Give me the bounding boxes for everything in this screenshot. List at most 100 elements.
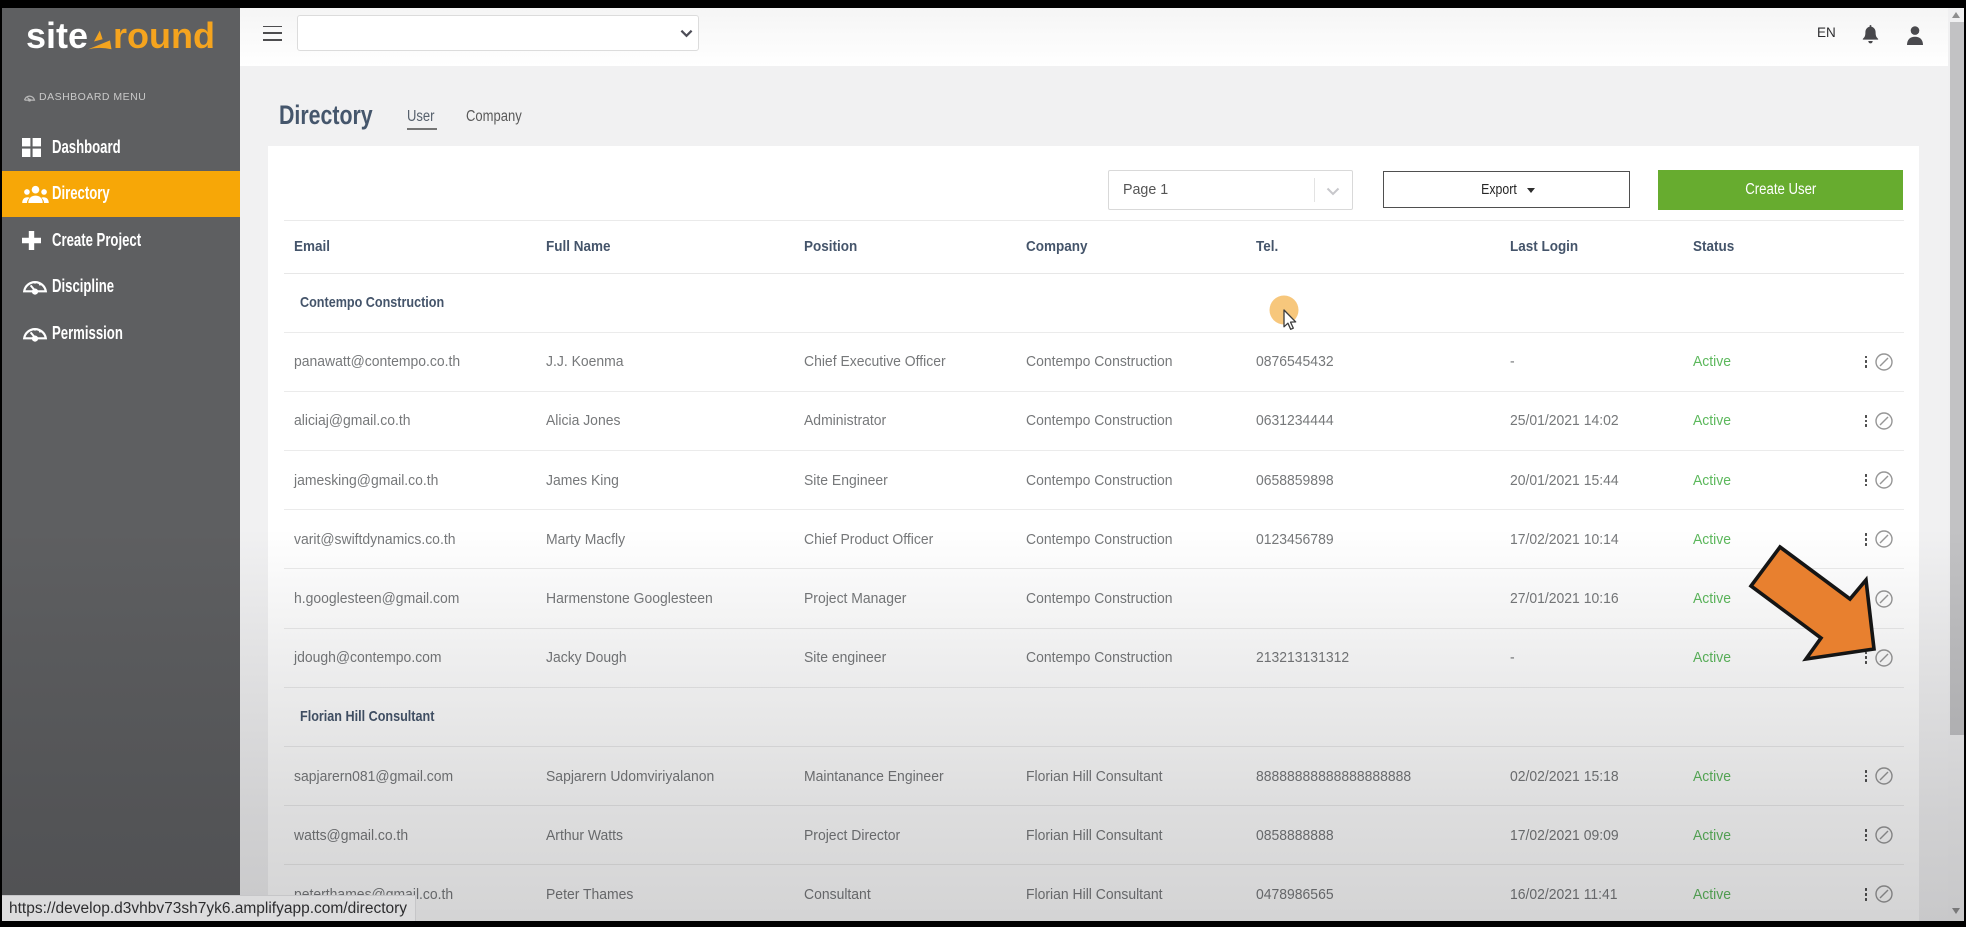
scroll-up-arrow-icon[interactable] — [1952, 12, 1960, 18]
cell-position: Administrator — [804, 392, 886, 450]
sidebar-item-discipline[interactable]: Discipline — [2, 264, 240, 311]
column-header-status[interactable]: Status — [1693, 221, 1734, 273]
create-user-button[interactable]: Create User — [1658, 170, 1903, 210]
status-badge: Active — [1693, 747, 1731, 805]
cell-tel: 88888888888888888888 — [1256, 747, 1411, 805]
gauge-icon — [22, 323, 50, 344]
cell-email: aliciaj@gmail.co.th — [294, 392, 411, 450]
sidebar-section-label: DASHBOARD MENU — [23, 91, 146, 103]
cell-last-login: 16/02/2021 11:41 — [1510, 865, 1618, 921]
project-select[interactable] — [297, 15, 699, 51]
cell-tel: 0478986565 — [1256, 865, 1334, 921]
group-label: Florian Hill Consultant — [300, 688, 434, 746]
table-row[interactable]: h.googlesteen@gmail.com Harmenstone Goog… — [284, 569, 1904, 628]
sidebar-item-create-project[interactable]: Create Project — [2, 217, 240, 264]
cell-tel: 0876545432 — [1256, 333, 1334, 391]
cell-email: watts@gmail.co.th — [294, 806, 408, 864]
grid-icon — [22, 138, 50, 157]
language-switch[interactable]: EN — [1817, 25, 1836, 40]
sidebar-item-directory[interactable]: Directory — [2, 171, 240, 218]
kebab-menu-icon[interactable] — [1863, 451, 1869, 509]
table-header-row: Email Full Name Position Company Tel. La… — [284, 221, 1904, 274]
cell-full-name: Arthur Watts — [546, 806, 623, 864]
cell-last-login: - — [1510, 629, 1515, 687]
status-badge: Active — [1693, 569, 1731, 627]
status-url-text: https://develop.d3vhbv73sh7yk6.amplifyap… — [9, 900, 407, 918]
table-row[interactable]: sapjarern081@gmail.com Sapjarern Udomvir… — [284, 747, 1904, 806]
scroll-down-arrow-icon[interactable] — [1952, 908, 1960, 914]
cell-email: panawatt@contempo.co.th — [294, 333, 460, 391]
cell-full-name: Jacky Dough — [546, 629, 627, 687]
cell-email: varit@swiftdynamics.co.th — [294, 510, 455, 568]
status-badge: Active — [1693, 392, 1731, 450]
column-header-pos[interactable]: Position — [804, 221, 857, 273]
top-appbar: EN — [240, 8, 1948, 66]
cell-company: Contempo Construction — [1026, 629, 1173, 687]
cell-email: jdough@contempo.com — [294, 629, 442, 687]
logo[interactable]: site round — [26, 8, 215, 69]
gauge-icon — [22, 276, 50, 297]
sidebar-item-label: Dashboard — [52, 137, 121, 158]
cell-tel: 0123456789 — [1256, 510, 1334, 568]
table-row[interactable]: jdough@contempo.com Jacky Dough Site eng… — [284, 629, 1904, 688]
cell-position: Project Director — [804, 806, 900, 864]
kebab-menu-icon[interactable] — [1863, 747, 1869, 805]
cell-company: Contempo Construction — [1026, 510, 1173, 568]
ban-icon[interactable] — [1875, 451, 1893, 509]
export-button[interactable]: Export — [1383, 171, 1630, 208]
table-row[interactable]: jamesking@gmail.co.th James King Site En… — [284, 451, 1904, 510]
cell-full-name: Marty Macfly — [546, 510, 625, 568]
kebab-menu-icon[interactable] — [1863, 392, 1869, 450]
status-badge: Active — [1693, 806, 1731, 864]
cell-company: Contempo Construction — [1026, 333, 1173, 391]
sidebar-item-label: Directory — [52, 183, 110, 204]
user-avatar-icon[interactable] — [1906, 26, 1924, 45]
cell-position: Chief Product Officer — [804, 510, 933, 568]
table-row[interactable]: panawatt@contempo.co.th J.J. Koenma Chie… — [284, 333, 1904, 392]
vertical-scrollbar[interactable] — [1948, 8, 1964, 921]
cell-company: Florian Hill Consultant — [1026, 865, 1162, 921]
column-header-comp[interactable]: Company — [1026, 221, 1087, 273]
ban-icon[interactable] — [1875, 333, 1893, 391]
column-header-tel[interactable]: Tel. — [1256, 221, 1278, 273]
sidebar-item-permission[interactable]: Permission — [2, 310, 240, 357]
annotation-arrow-icon — [1740, 536, 1882, 670]
table-controls: Page 1 Export Create User — [284, 146, 1904, 221]
kebab-menu-icon[interactable] — [1863, 333, 1869, 391]
table-row[interactable]: varit@swiftdynamics.co.th Marty Macfly C… — [284, 510, 1904, 569]
kebab-menu-icon[interactable] — [1863, 865, 1869, 921]
ban-icon[interactable] — [1875, 392, 1893, 450]
cell-company: Florian Hill Consultant — [1026, 747, 1162, 805]
status-badge: Active — [1693, 629, 1731, 687]
column-header-login[interactable]: Last Login — [1510, 221, 1578, 273]
ban-icon[interactable] — [1875, 747, 1893, 805]
page-select[interactable]: Page 1 — [1108, 170, 1353, 210]
cell-company: Florian Hill Consultant — [1026, 806, 1162, 864]
table-row[interactable]: peterthames@gmail.co.th Peter Thames Con… — [284, 865, 1904, 921]
sidebar-item-dashboard[interactable]: Dashboard — [2, 124, 240, 171]
cell-full-name: Peter Thames — [546, 865, 633, 921]
table-row[interactable]: aliciaj@gmail.co.th Alicia Jones Adminis… — [284, 392, 1904, 451]
bell-icon[interactable] — [1861, 24, 1880, 44]
page-select-divider — [1314, 178, 1315, 202]
cell-position: Consultant — [804, 865, 871, 921]
tab-user-label: User — [407, 108, 434, 126]
cell-last-login: 17/02/2021 10:14 — [1510, 510, 1619, 568]
tab-user[interactable]: User — [407, 108, 437, 130]
table-row[interactable]: watts@gmail.co.th Arthur Watts Project D… — [284, 806, 1904, 865]
browser-window: site round DASHBOARD MENU Dashboard Dire… — [0, 0, 1966, 927]
tab-company[interactable]: Company — [466, 108, 532, 126]
cell-tel: 213213131312 — [1256, 629, 1349, 687]
ban-icon[interactable] — [1875, 806, 1893, 864]
column-header-name[interactable]: Full Name — [546, 221, 610, 273]
cell-position: Maintanance Engineer — [804, 747, 944, 805]
ban-icon[interactable] — [1875, 865, 1893, 921]
content-area: Directory User Company Page 1 Export — [240, 66, 1948, 921]
column-header-email[interactable]: Email — [294, 221, 330, 273]
scrollbar-thumb[interactable] — [1950, 22, 1964, 735]
chevron-down-icon — [1326, 187, 1340, 196]
main-area: EN Directory User Company Page 1 — [240, 8, 1948, 921]
kebab-menu-icon[interactable] — [1863, 806, 1869, 864]
hamburger-menu-icon[interactable] — [263, 26, 282, 46]
logo-triangle-icon — [88, 29, 113, 50]
